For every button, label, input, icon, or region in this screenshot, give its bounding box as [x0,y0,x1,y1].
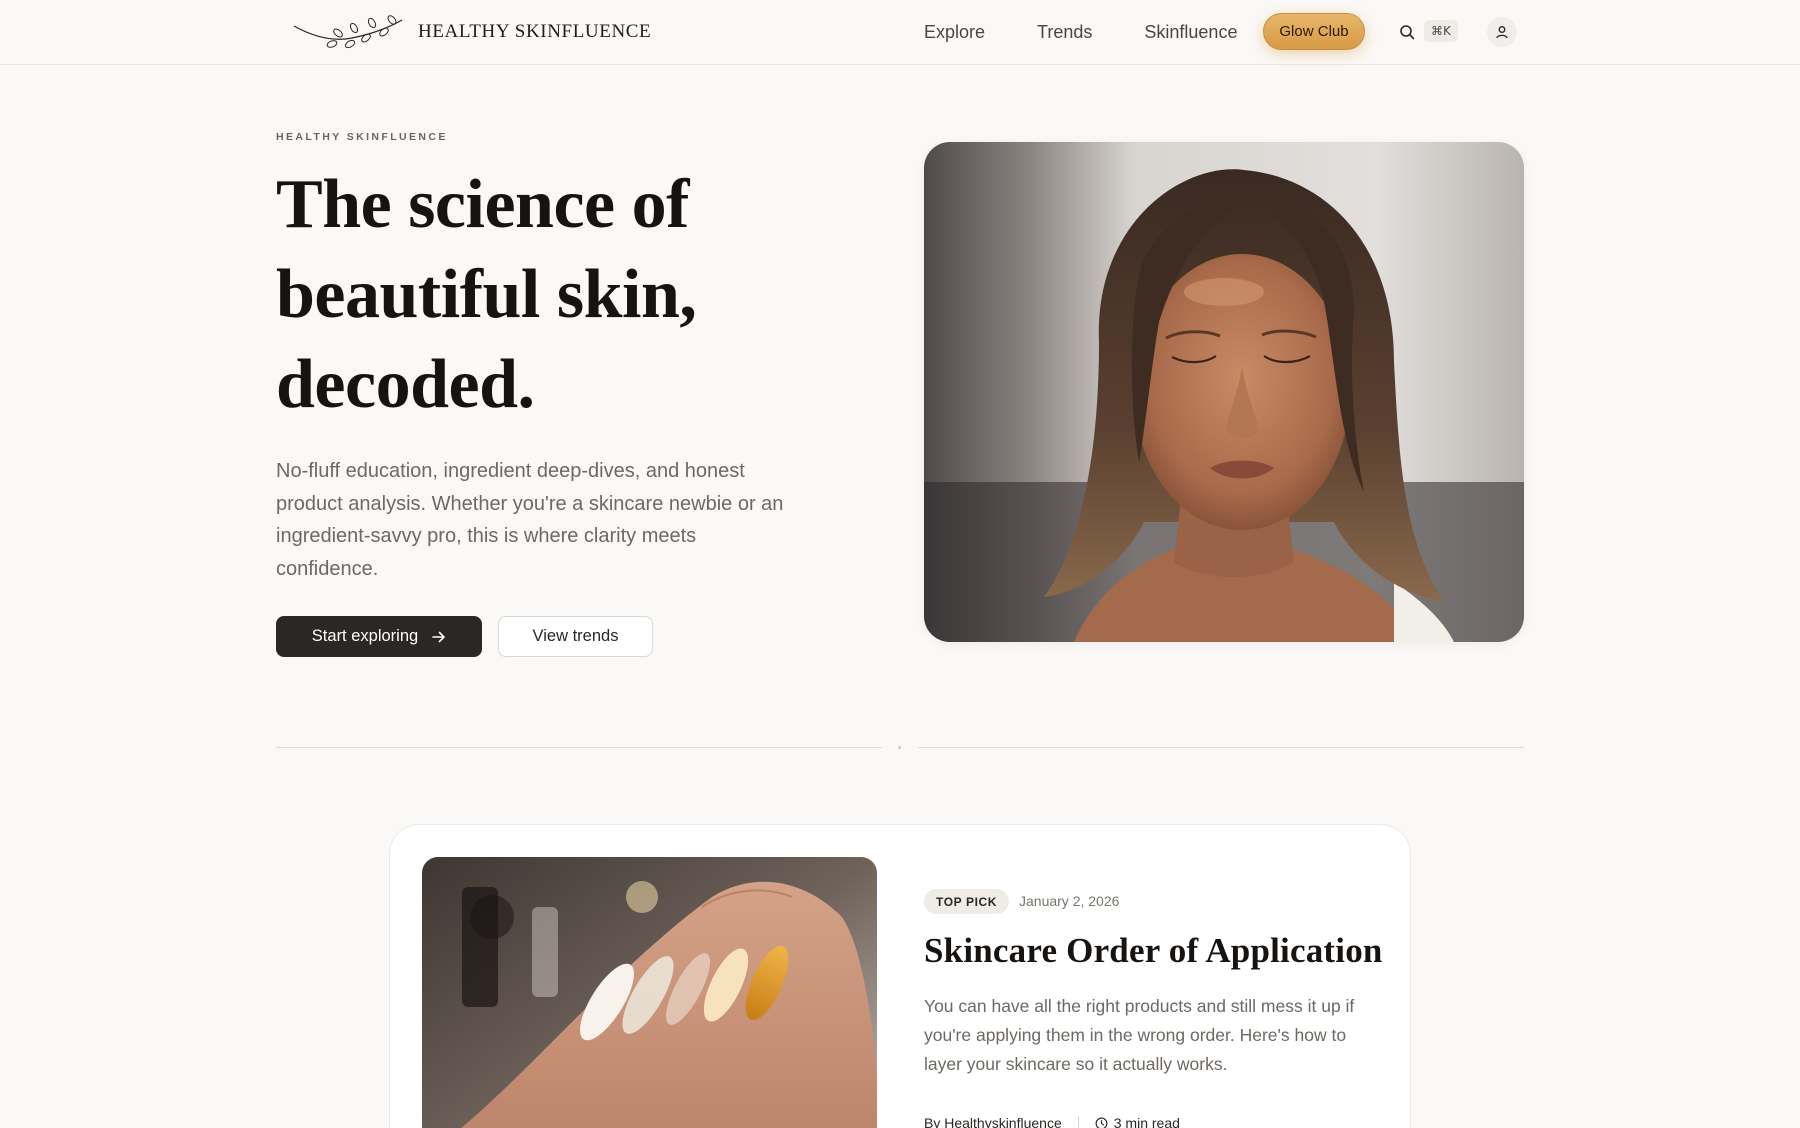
top-navigation: HEALTHY SKINFLUENCE Explore Trends Skinf… [0,0,1800,65]
hero-title: The science of beautiful skin, decoded. [276,166,697,423]
hero-portrait-image [924,142,1524,642]
start-exploring-label: Start exploring [311,627,419,645]
search-shortcut: ⌘K [1424,20,1458,42]
search-button[interactable] [1396,21,1418,43]
nav-link-skinfluence[interactable]: Skinfluence [1144,22,1237,43]
view-trends-button[interactable]: View trends [498,616,653,657]
hero-description: No-fluff education, ingredient deep-dive… [276,460,784,580]
read-time-label: 3 min read [1113,1115,1180,1128]
hero-eyebrow: HEALTHY SKINFLUENCE [276,131,448,143]
clock-icon [1095,1117,1108,1128]
meta-separator [1077,1116,1079,1128]
section-divider-left [276,747,882,748]
nav-link-explore[interactable]: Explore [924,22,985,43]
featured-article-card[interactable]: TOP PICK January 2, 2026 Skincare Order … [389,824,1411,1128]
article-excerpt: You can have all the right products and … [924,996,1355,1074]
article-meta: By Healthyskinfluence 3 min read [924,1115,1180,1128]
brand-name: HEALTHY SKINFLUENCE [418,21,652,42]
featured-article-image [422,857,877,1128]
branch-logo-icon [293,15,403,49]
account-button[interactable] [1487,17,1517,47]
glow-club-button[interactable]: Glow Club [1263,13,1365,50]
arrow-right-icon [432,631,445,642]
main-nav: Explore Trends Skinfluence [924,22,1237,43]
section-divider-dot [898,746,901,749]
section-divider-right [918,747,1524,748]
nav-link-trends[interactable]: Trends [1037,22,1092,43]
start-exploring-button[interactable]: Start exploring [276,616,482,657]
article-title[interactable]: Skincare Order of Application [924,931,1394,971]
read-time: 3 min read [1095,1115,1180,1128]
article-author: By Healthyskinfluence [924,1115,1062,1128]
search-icon [1400,25,1415,40]
top-pick-badge: TOP PICK [924,889,1010,914]
article-date: January 2, 2026 [1019,893,1120,909]
brand-logo[interactable]: HEALTHY SKINFLUENCE [292,14,651,50]
user-icon [1496,26,1508,39]
